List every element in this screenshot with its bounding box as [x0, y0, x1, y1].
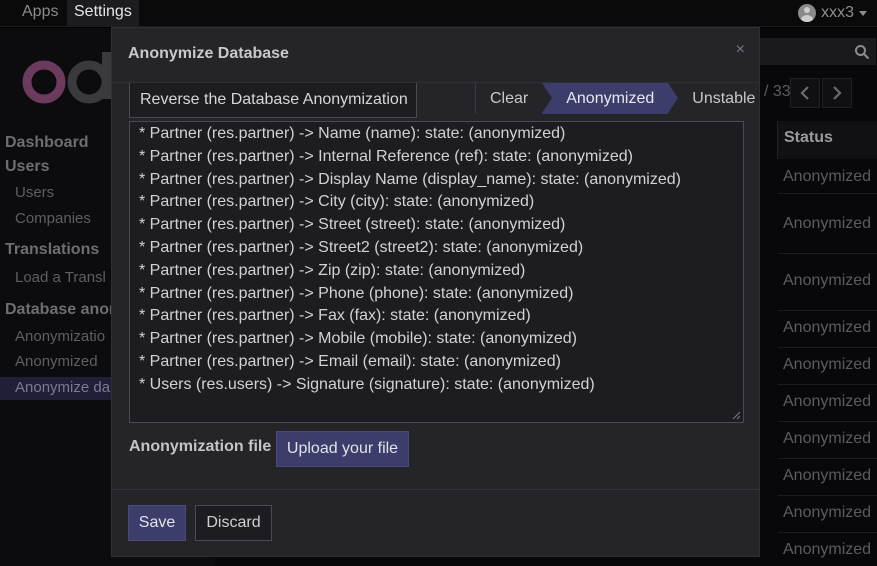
status-bar: Clear Anonymized Unstable	[475, 83, 769, 114]
save-button[interactable]: Save	[128, 505, 186, 541]
dialog-header: Anonymize Database ×	[112, 28, 759, 83]
pager-next-button[interactable]	[822, 78, 852, 108]
column-header-status[interactable]: Status	[777, 121, 877, 159]
caret-down-icon	[859, 10, 867, 16]
summary-line: * Users (res.users) -> Signature (signat…	[139, 375, 595, 393]
sidebar-item-anonymization-fields[interactable]: Anonymizatio	[15, 328, 105, 345]
avatar-icon	[798, 4, 817, 22]
search-input[interactable]	[760, 38, 848, 65]
summary-line: * Partner (res.partner) -> Display Name …	[139, 170, 681, 188]
sidebar-item-load-translation[interactable]: Load a Transl	[15, 269, 106, 286]
anonymization-file-label: Anonymization file	[129, 438, 272, 455]
status-cell: Anonymized	[783, 356, 872, 373]
pager-previous-button[interactable]	[790, 78, 820, 108]
reverse-anonymization-button[interactable]: Reverse the Database Anonymization	[129, 83, 417, 118]
status-cell: Anonymized	[783, 272, 872, 289]
stage-clear[interactable]: Clear	[476, 83, 542, 114]
search-button[interactable]	[848, 38, 876, 65]
summary-line: * Partner (res.partner) -> Phone (phone)…	[139, 284, 574, 302]
status-cell: Anonymized	[783, 504, 872, 521]
resize-grip-icon[interactable]	[731, 410, 741, 420]
summary-line: * Partner (res.partner) -> Street (stree…	[139, 216, 566, 234]
sidebar-heading-translations[interactable]: Translations	[5, 241, 99, 259]
search-icon	[855, 44, 870, 59]
menu-apps[interactable]: Apps	[15, 0, 65, 26]
sidebar-item-anonymize-database[interactable]: Anonymize da	[15, 379, 110, 396]
discard-button[interactable]: Discard	[195, 505, 272, 541]
dialog-title: Anonymize Database	[128, 45, 289, 62]
chevron-left-icon	[800, 86, 809, 100]
status-cell: Anonymized	[783, 467, 872, 484]
status-cell: Anonymized	[783, 393, 872, 410]
summary-line: * Partner (res.partner) -> Email (email)…	[139, 352, 561, 370]
sidebar-item-users[interactable]: Users	[15, 184, 54, 201]
top-navbar: Apps Settings xxx3	[0, 0, 877, 27]
sidebar-heading-database-anonymization[interactable]: Database anon	[5, 301, 119, 319]
status-cell: Anonymized	[783, 541, 872, 558]
anonymize-database-dialog: Anonymize Database × Reverse the Databas…	[111, 27, 760, 557]
summary-line: * Partner (res.partner) -> Street2 (stre…	[139, 238, 584, 256]
anonymization-summary-textarea[interactable]: * Partner (res.partner) -> Name (name): …	[129, 121, 744, 423]
sidebar-item-companies[interactable]: Companies	[15, 210, 91, 227]
user-menu[interactable]: xxx3	[798, 3, 867, 23]
sidebar-item-anonymized-history[interactable]: Anonymized	[15, 353, 98, 370]
user-name: xxx3	[821, 4, 854, 21]
summary-line: * Partner (res.partner) -> Fax (fax): st…	[139, 307, 531, 325]
summary-line: * Partner (res.partner) -> Name (name): …	[139, 125, 566, 142]
stage-anonymized[interactable]: Anonymized	[542, 83, 679, 114]
menu-settings[interactable]: Settings	[67, 0, 139, 26]
status-cell: Anonymized	[783, 319, 872, 336]
sidebar-heading-dashboard[interactable]: Dashboard	[5, 134, 89, 152]
status-cell: Anonymized	[783, 215, 872, 232]
summary-line: * Partner (res.partner) -> City (city): …	[139, 193, 535, 211]
summary-line: * Partner (res.partner) -> Zip (zip): st…	[139, 261, 526, 279]
sidebar-heading-users[interactable]: Users	[5, 158, 49, 176]
dialog-footer-divider	[112, 489, 759, 490]
chevron-right-icon	[833, 86, 842, 100]
status-cell: Anonymized	[783, 168, 872, 185]
close-icon[interactable]: ×	[736, 41, 745, 59]
summary-line: * Partner (res.partner) -> Mobile (mobil…	[139, 330, 577, 348]
upload-file-button[interactable]: Upload your file	[276, 431, 409, 467]
summary-line: * Partner (res.partner) -> Internal Refe…	[139, 147, 633, 165]
stage-unstable[interactable]: Unstable	[668, 83, 769, 114]
status-cell: Anonymized	[783, 430, 872, 447]
